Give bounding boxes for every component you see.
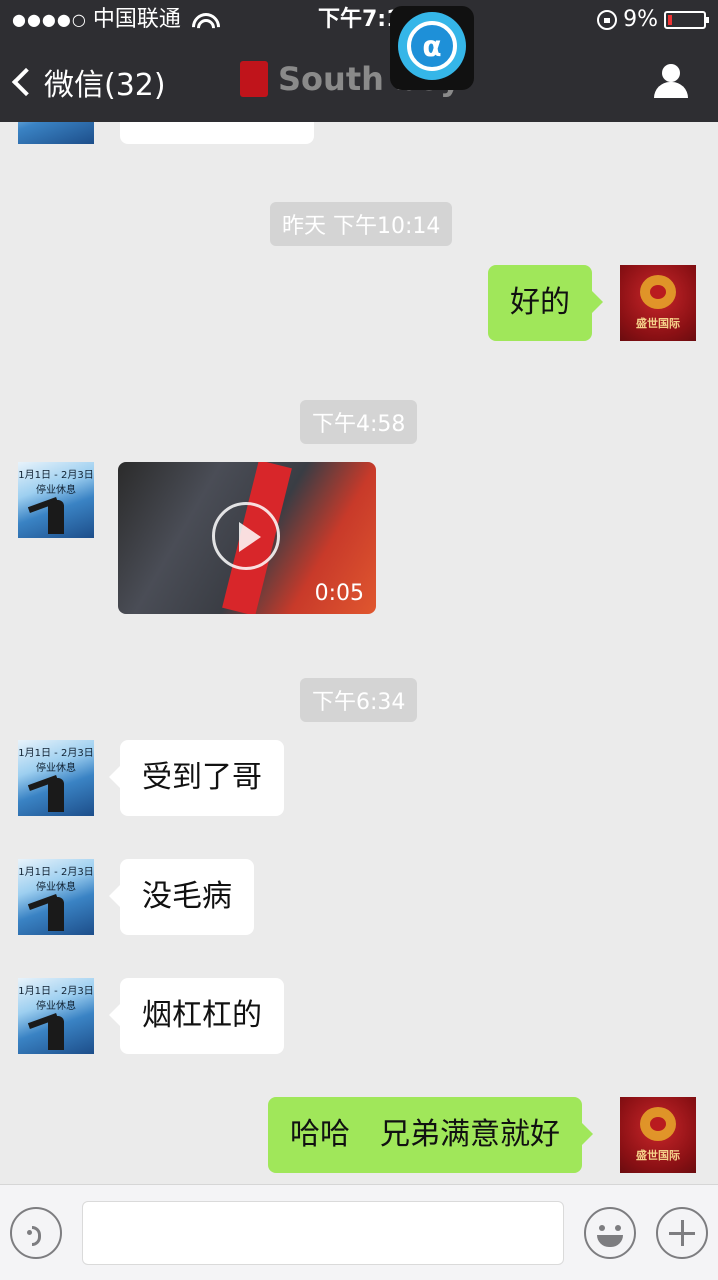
contact-avatar[interactable] [18, 122, 94, 144]
avatar-caption: 1月1日 - 2月3日 停业休息 [18, 748, 94, 774]
message-bubble-sent[interactable]: 哈哈 兄弟满意就好 [268, 1097, 593, 1173]
avatar-caption: 1月1日 - 2月3日 停业休息 [18, 986, 94, 1012]
message-bubble-received[interactable]: 没毛病 [109, 859, 254, 935]
message-bubble-received[interactable]: 烟杠杠的 [109, 978, 284, 1054]
battery-icon [664, 11, 709, 29]
contact-avatar[interactable]: 1月1日 - 2月3日 停业休息 [18, 740, 94, 816]
avatar-caption: 1月1日 - 2月3日 停业休息 [18, 470, 94, 496]
message-input[interactable] [82, 1201, 564, 1265]
chat-header: 微信(32) South boy [0, 40, 718, 122]
message-bubble-received[interactable]: 受到了哥 [109, 740, 284, 816]
rotation-lock-icon [597, 10, 618, 30]
battery-percent: 9% [623, 7, 658, 32]
floating-app-icon[interactable]: α [390, 6, 474, 90]
timestamp: 昨天 下午10:14 [270, 202, 453, 246]
self-avatar[interactable]: 盛世国际 [620, 1097, 696, 1173]
avatar-caption: 1月1日 - 2月3日 停业休息 [18, 867, 94, 893]
chat-info-button[interactable] [652, 64, 690, 100]
play-icon[interactable] [212, 502, 280, 570]
contact-avatar[interactable]: 1月1日 - 2月3日 停业休息 [18, 978, 94, 1054]
timestamp: 下午6:34 [300, 678, 418, 722]
signal-strength-icon: ●●●●○ [12, 10, 87, 29]
avatar-caption: 盛世国际 [636, 317, 680, 330]
contact-avatar[interactable]: 1月1日 - 2月3日 停业休息 [18, 462, 94, 538]
status-bar: ●●●●○ 中国联通 下午7:11 9% [0, 0, 718, 47]
message-bubble-partial[interactable] [120, 122, 314, 144]
emoji-icon[interactable] [584, 1207, 636, 1259]
alpha-icon: α [407, 21, 457, 71]
avatar-caption: 盛世国际 [636, 1149, 680, 1162]
back-label: 微信(32) [44, 68, 166, 103]
timestamp: 下午4:58 [300, 400, 418, 444]
contact-avatar[interactable]: 1月1日 - 2月3日 停业休息 [18, 859, 94, 935]
back-button[interactable]: 微信(32) [11, 60, 166, 104]
voice-input-icon[interactable] [10, 1207, 62, 1259]
message-bubble-sent[interactable]: 好的 [488, 265, 603, 341]
video-message[interactable]: 0:05 [118, 462, 376, 614]
self-avatar[interactable]: 盛世国际 [620, 265, 696, 341]
top-bar: ●●●●○ 中国联通 下午7:11 9% 微信(32) South boy α [0, 0, 718, 122]
message-list[interactable]: 昨天 下午10:14 好的 盛世国际 下午4:58 1月1日 - 2月3日 停业… [0, 122, 718, 1184]
carrier-label: 中国联通 [92, 7, 181, 32]
title-logo-icon [240, 61, 268, 97]
wifi-icon [186, 7, 226, 47]
plus-icon[interactable] [656, 1207, 708, 1259]
chevron-left-icon [11, 67, 41, 97]
video-duration: 0:05 [314, 581, 364, 606]
input-bar [0, 1184, 718, 1280]
